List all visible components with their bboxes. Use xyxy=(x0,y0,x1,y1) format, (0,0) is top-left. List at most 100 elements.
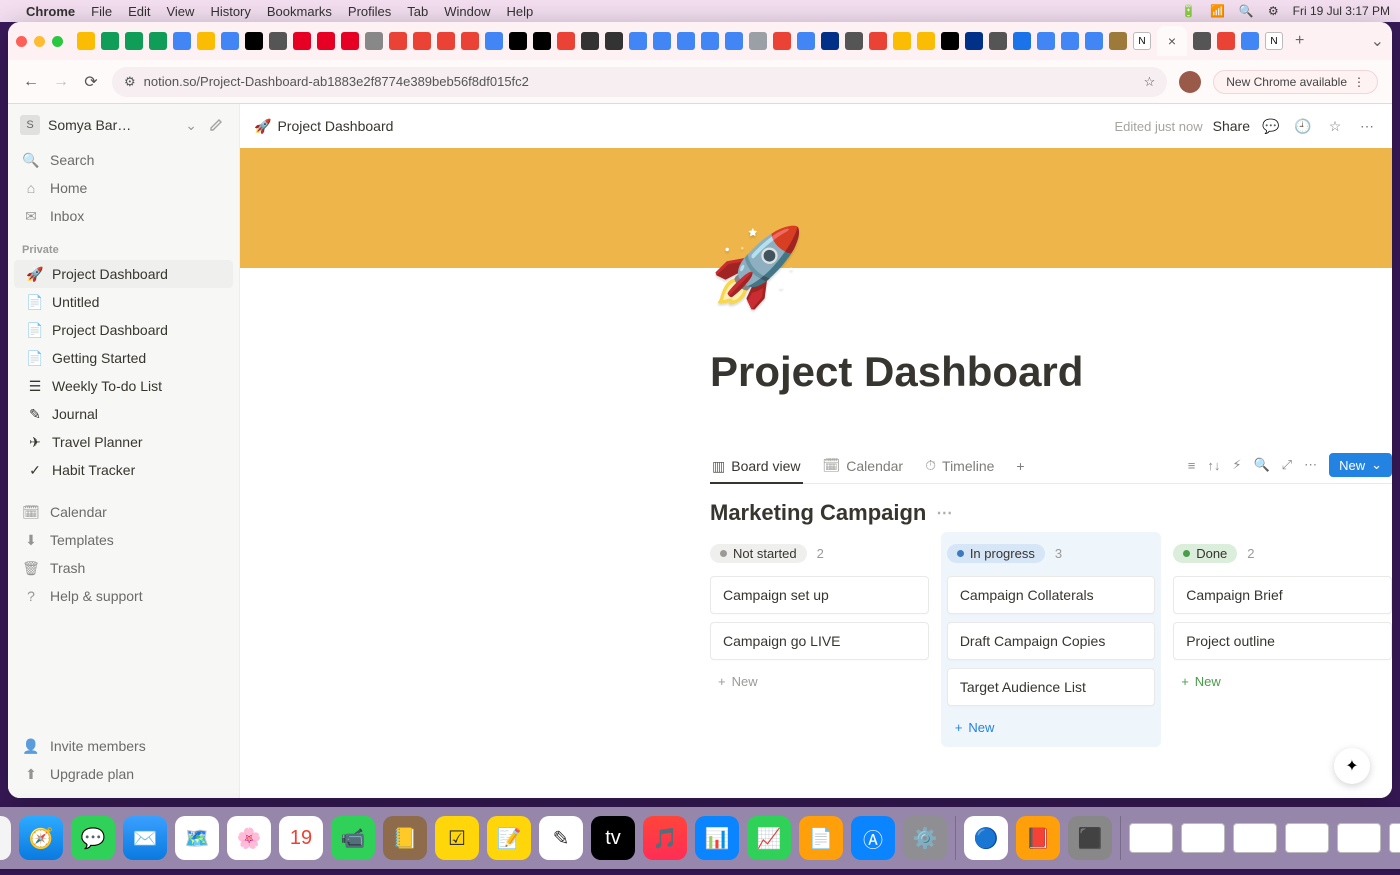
dock-numbers-icon[interactable]: 📈 xyxy=(747,816,791,860)
sort-icon[interactable]: ↑↓ xyxy=(1207,458,1220,473)
tab-favicon[interactable] xyxy=(293,32,311,50)
status-pill-done[interactable]: Done xyxy=(1173,544,1237,563)
dock-calendar-icon[interactable]: 19 xyxy=(279,816,323,860)
breadcrumb[interactable]: 🚀 Project Dashboard xyxy=(254,118,393,135)
window-minimize-button[interactable] xyxy=(34,36,45,47)
menu-tab[interactable]: Tab xyxy=(407,4,428,19)
tab-favicon[interactable] xyxy=(557,32,575,50)
status-pill-in-progress[interactable]: In progress xyxy=(947,544,1045,563)
sidebar-trash[interactable]: 🗑Trash xyxy=(8,554,239,582)
sidebar-page-travel-planner[interactable]: ✈︎Travel Planner xyxy=(14,428,233,456)
db-more-icon[interactable]: ⋯ xyxy=(1304,457,1317,473)
tab-favicon[interactable] xyxy=(437,32,455,50)
tab-favicon[interactable] xyxy=(1193,32,1211,50)
view-tab-calendar[interactable]: 🗓Calendar xyxy=(821,454,906,477)
back-button[interactable]: ← xyxy=(22,73,40,91)
sidebar-inbox[interactable]: ✉︎Inbox xyxy=(8,202,239,230)
dock-keynote-icon[interactable]: 📊 xyxy=(695,816,739,860)
address-bar[interactable]: ⚙︎ notion.so/Project-Dashboard-ab1883e2f… xyxy=(112,67,1167,97)
tab-favicon[interactable] xyxy=(869,32,887,50)
tab-favicon[interactable] xyxy=(1109,32,1127,50)
board-card[interactable]: Project outline xyxy=(1173,622,1392,660)
add-card-button[interactable]: +New xyxy=(947,714,1155,741)
sidebar-home[interactable]: ⌂Home xyxy=(8,174,239,202)
add-view-button[interactable]: + xyxy=(1014,455,1026,477)
sidebar-page-weekly-todo[interactable]: ☰Weekly To-do List xyxy=(14,372,233,400)
tab-favicon[interactable]: N xyxy=(1133,32,1151,50)
page-title[interactable]: Project Dashboard xyxy=(710,348,1392,396)
menu-view[interactable]: View xyxy=(166,4,194,19)
dock-minimized-window[interactable] xyxy=(1129,823,1173,853)
favorite-icon[interactable]: ☆ xyxy=(1324,115,1346,137)
forward-button[interactable]: → xyxy=(52,73,70,91)
dock-chrome-icon[interactable]: 🔵 xyxy=(964,816,1008,860)
new-tab-button[interactable]: + xyxy=(1289,32,1310,50)
sidebar-page-project-dashboard[interactable]: 🚀Project Dashboard xyxy=(14,260,233,288)
dock-minimized-window[interactable] xyxy=(1285,823,1329,853)
page-cover[interactable]: 🚀 xyxy=(240,148,1392,268)
tab-favicon[interactable] xyxy=(797,32,815,50)
tab-favicon[interactable]: N xyxy=(1265,32,1283,50)
menubar-datetime[interactable]: Fri 19 Jul 3:17 PM xyxy=(1293,4,1390,18)
sidebar-help[interactable]: ?Help & support xyxy=(8,582,239,610)
wifi-icon[interactable]: 📶 xyxy=(1210,4,1225,18)
tab-favicon[interactable] xyxy=(1085,32,1103,50)
tab-favicon[interactable] xyxy=(149,32,167,50)
tab-favicon[interactable] xyxy=(365,32,383,50)
control-center-icon[interactable]: ⚙︎ xyxy=(1268,4,1279,18)
dock-books-icon[interactable]: 📕 xyxy=(1016,816,1060,860)
tab-favicon[interactable] xyxy=(341,32,359,50)
new-page-icon[interactable] xyxy=(205,114,227,136)
view-tab-board[interactable]: ▥Board view xyxy=(710,455,803,484)
active-tab[interactable]: × xyxy=(1157,26,1187,56)
dock-pages-icon[interactable]: 📄 xyxy=(799,816,843,860)
tab-favicon[interactable] xyxy=(677,32,695,50)
filter-icon[interactable]: ≡ xyxy=(1188,458,1196,473)
dock-maps-icon[interactable]: 🗺️ xyxy=(175,816,219,860)
tab-favicon[interactable] xyxy=(1217,32,1235,50)
tab-favicon[interactable] xyxy=(1061,32,1079,50)
page-icon[interactable]: 🚀 xyxy=(710,222,805,312)
dock-launchpad-icon[interactable]: ⊞ xyxy=(0,816,11,860)
sidebar-upgrade[interactable]: ⬆︎Upgrade plan xyxy=(8,760,239,788)
tab-favicon[interactable] xyxy=(197,32,215,50)
more-icon[interactable]: ⋯ xyxy=(1356,115,1378,137)
board-card[interactable]: Target Audience List xyxy=(947,668,1155,706)
dock-contacts-icon[interactable]: 📒 xyxy=(383,816,427,860)
menu-window[interactable]: Window xyxy=(444,4,490,19)
tab-favicon[interactable] xyxy=(989,32,1007,50)
sidebar-page-getting-started[interactable]: 📄Getting Started xyxy=(14,344,233,372)
comments-icon[interactable]: 💬 xyxy=(1260,115,1282,137)
tab-favicon[interactable] xyxy=(509,32,527,50)
tab-favicon[interactable] xyxy=(221,32,239,50)
battery-icon[interactable]: 🔋 xyxy=(1181,4,1196,18)
tab-favicon[interactable] xyxy=(245,32,263,50)
kebab-menu-icon[interactable]: ⋮ xyxy=(1353,75,1365,89)
tab-favicon[interactable] xyxy=(533,32,551,50)
tab-favicon[interactable] xyxy=(605,32,623,50)
dock-settings-icon[interactable]: ⚙️ xyxy=(903,816,947,860)
tab-favicon[interactable] xyxy=(125,32,143,50)
add-card-button[interactable]: +New xyxy=(710,668,929,695)
board-card[interactable]: Campaign go LIVE xyxy=(710,622,929,660)
menu-profiles[interactable]: Profiles xyxy=(348,4,391,19)
view-tab-timeline[interactable]: ⏱Timeline xyxy=(923,454,996,477)
window-zoom-button[interactable] xyxy=(52,36,63,47)
db-title-more-icon[interactable]: ⋯ xyxy=(936,503,952,523)
menu-history[interactable]: History xyxy=(210,4,250,19)
tab-favicon[interactable] xyxy=(701,32,719,50)
dock-mail-icon[interactable]: ✉️ xyxy=(123,816,167,860)
tab-favicon[interactable] xyxy=(77,32,95,50)
dock-app-icon[interactable]: ⬛ xyxy=(1068,816,1112,860)
dock-messages-icon[interactable]: 💬 xyxy=(71,816,115,860)
close-tab-icon[interactable]: × xyxy=(1168,33,1176,49)
tab-favicon[interactable] xyxy=(1037,32,1055,50)
sidebar-calendar[interactable]: 🗓Calendar xyxy=(8,498,239,526)
tab-overflow-icon[interactable]: ⌄ xyxy=(1371,31,1384,51)
expand-icon[interactable]: ⤢ xyxy=(1282,457,1292,473)
tab-favicon[interactable] xyxy=(749,32,767,50)
tab-favicon[interactable] xyxy=(101,32,119,50)
ai-fab-button[interactable]: ✦ xyxy=(1334,748,1370,784)
tab-favicon[interactable] xyxy=(269,32,287,50)
profile-avatar[interactable] xyxy=(1179,71,1201,93)
